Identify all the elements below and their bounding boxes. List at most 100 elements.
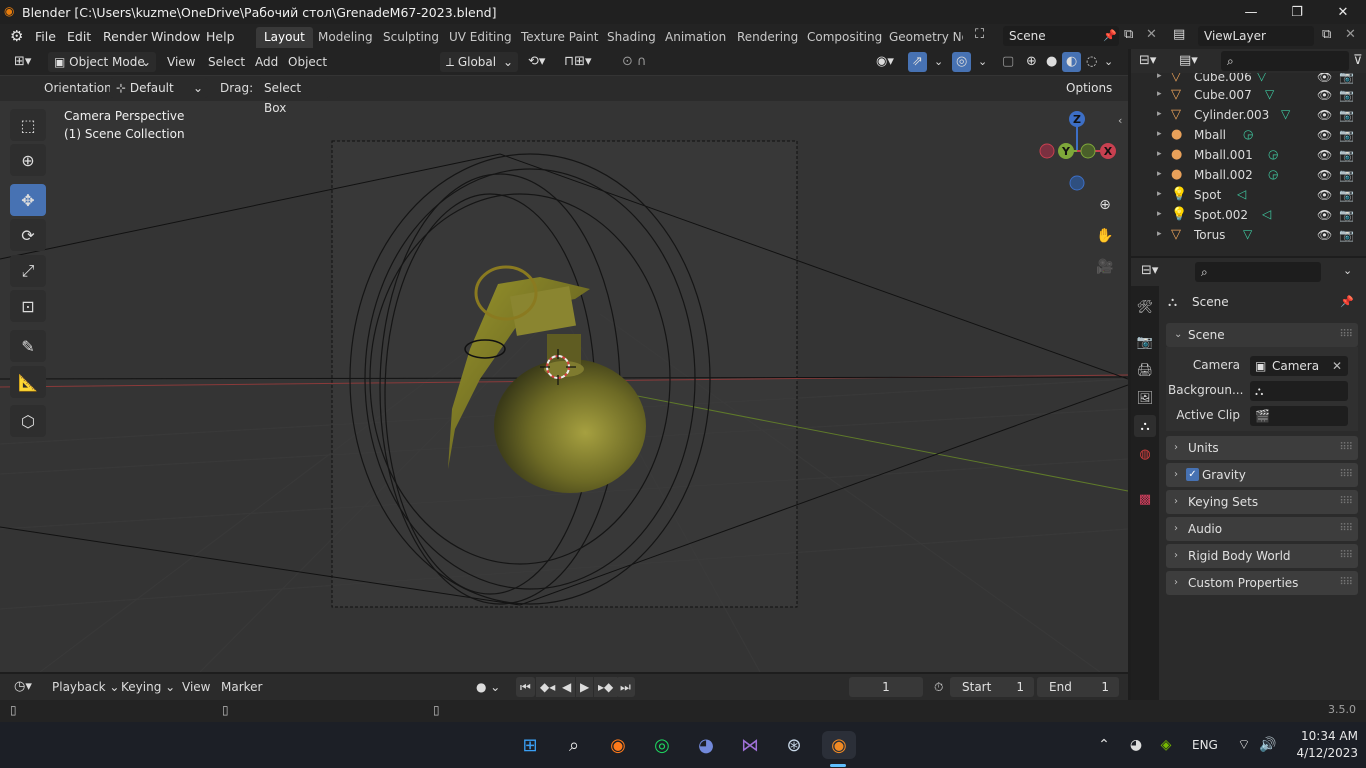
editor-type-icon[interactable]: ⊞▾ — [10, 52, 35, 72]
drag-dropdown[interactable]: Select Box — [258, 78, 330, 115]
overlay-dropdown-icon[interactable]: ⌄ — [974, 52, 991, 72]
drag-grip-icon[interactable]: ⠿⠿ — [1339, 544, 1353, 568]
record-icon[interactable]: ● ⌄ — [472, 677, 504, 697]
outliner-row[interactable]: ▸ ● Mball.001 ◶ 👁 📷 — [1131, 146, 1366, 166]
scene-name-field[interactable]: Scene — [1003, 26, 1119, 46]
gravity-panel-header[interactable]: › ✓ Gravity ⠿⠿ — [1166, 463, 1358, 487]
render-camera-icon[interactable]: 📷 — [1339, 108, 1354, 122]
delete-scene-icon[interactable]: ✕ — [1146, 27, 1157, 42]
timeline-editor-icon[interactable]: ◷▾ — [10, 677, 36, 697]
volume-icon[interactable]: 🔊 — [1254, 731, 1282, 759]
drag-grip-icon[interactable]: ⠿⠿ — [1339, 463, 1353, 487]
timeline-menu-keying[interactable]: Keying ⌄ — [117, 677, 179, 697]
pan-hand-icon[interactable]: ✋ — [1093, 224, 1117, 248]
visual-studio-icon[interactable]: ⋈ — [736, 731, 764, 759]
eye-icon[interactable]: 👁 — [1317, 208, 1332, 222]
render-camera-icon[interactable]: 📷 — [1339, 148, 1354, 162]
material-preview-icon[interactable]: ◐ — [1062, 52, 1082, 72]
wireframe-shading-icon[interactable]: ⊕ — [1022, 52, 1041, 72]
viewport-menu-object[interactable]: Object — [284, 52, 331, 72]
minimize-button[interactable]: — — [1228, 0, 1274, 24]
keying-sets-panel-header[interactable]: › Keying Sets ⠿⠿ — [1166, 490, 1358, 514]
expand-arrow-icon[interactable]: ▸ — [1157, 149, 1162, 159]
discord-tray-icon[interactable]: ◕ — [1122, 731, 1150, 759]
viewport-menu-add[interactable]: Add — [251, 52, 282, 72]
render-camera-icon[interactable]: 📷 — [1339, 228, 1354, 242]
expand-arrow-icon[interactable]: ▸ — [1157, 209, 1162, 219]
render-camera-icon[interactable]: 📷 — [1339, 208, 1354, 222]
proportional-edit-icon[interactable]: ⊙ ∩ — [618, 52, 651, 72]
orientation-dropdown[interactable]: ⊹ Default ⌄ — [110, 78, 208, 98]
outliner-row[interactable]: ▸ ▽ Torus ▽ 👁 📷 — [1131, 226, 1366, 246]
search-icon[interactable]: ⌕ — [560, 731, 588, 759]
camera-field[interactable]: ▣ Camera ✕ — [1250, 356, 1348, 376]
viewport-menu-select[interactable]: Select — [204, 52, 249, 72]
active-clip-field[interactable]: 🎬 — [1250, 406, 1348, 426]
rendered-shading-icon[interactable]: ◌ — [1082, 52, 1101, 72]
background-field[interactable]: ⛬ — [1250, 381, 1348, 401]
render-properties-tab[interactable]: 📷 — [1134, 331, 1156, 353]
transform-orientation-dropdown[interactable]: ⟂ Global ⌄ — [440, 52, 518, 72]
menu-window[interactable]: Window — [146, 28, 205, 46]
view-layer-properties-tab[interactable]: 🖼 — [1134, 387, 1156, 409]
tab-layout[interactable]: Layout — [256, 27, 313, 48]
add-cube-tool[interactable]: ⬡ — [10, 405, 46, 437]
xray-icon[interactable]: ▢ — [998, 52, 1018, 72]
next-keyframe-icon[interactable]: ▸◆ — [594, 677, 618, 697]
timeline-menu-playback[interactable]: Playback ⌄ — [48, 677, 123, 697]
new-view-layer-icon[interactable]: ⧉ — [1322, 27, 1331, 42]
end-frame-field[interactable]: End 1 — [1037, 677, 1119, 697]
nvidia-tray-icon[interactable]: ◈ — [1152, 731, 1180, 759]
blender-taskbar-icon[interactable]: ◉ — [822, 731, 856, 759]
view-layer-icon[interactable]: ▤ — [1173, 27, 1185, 42]
outliner-row[interactable]: ▸ ▽ Cylinder.003 ▽ 👁 📷 — [1131, 106, 1366, 126]
visibility-icon[interactable]: ◉▾ — [872, 52, 898, 72]
jump-start-icon[interactable]: ⏮ — [516, 677, 535, 697]
tab-geometry-nodes[interactable]: Geometry Noc — [881, 27, 963, 48]
expand-arrow-icon[interactable]: ▸ — [1157, 129, 1162, 139]
tab-animation[interactable]: Animation — [657, 27, 734, 48]
firefox-icon[interactable]: ◉ — [604, 731, 632, 759]
shading-dropdown-icon[interactable]: ⌄ — [1100, 52, 1117, 72]
drag-grip-icon[interactable]: ⠿⠿ — [1339, 517, 1353, 541]
scene-panel-header[interactable]: ⌄ Scene ⠿⠿ — [1166, 323, 1358, 347]
overlay-toggle-icon[interactable]: ◎ — [952, 52, 972, 72]
rigid-body-world-panel-header[interactable]: › Rigid Body World ⠿⠿ — [1166, 544, 1358, 568]
scale-tool[interactable]: ⤢ — [10, 255, 46, 287]
drag-grip-icon[interactable]: ⠿⠿ — [1339, 571, 1353, 595]
solid-shading-icon[interactable]: ● — [1042, 52, 1061, 72]
transform-tool[interactable]: ⊡ — [10, 290, 46, 322]
outliner-search-input[interactable]: ⌕ — [1221, 51, 1349, 71]
tab-texture-paint[interactable]: Texture Paint — [513, 27, 606, 48]
pivot-point-icon[interactable]: ⟲▾ — [524, 52, 549, 72]
gizmo-dropdown-icon[interactable]: ⌄ — [930, 52, 947, 72]
close-button[interactable]: ✕ — [1320, 0, 1366, 24]
tab-rendering[interactable]: Rendering — [729, 27, 806, 48]
expand-arrow-icon[interactable]: ▸ — [1157, 89, 1162, 99]
jump-end-icon[interactable]: ⏭ — [616, 677, 635, 697]
play-reverse-icon[interactable]: ◀ — [558, 677, 576, 697]
camera-view-icon[interactable]: 🎥 — [1093, 255, 1117, 279]
menu-edit[interactable]: Edit — [62, 28, 96, 46]
clock-time[interactable]: 10:34 AM — [1292, 729, 1358, 743]
outliner-row[interactable]: ▸ ● Mball.002 ◶ 👁 📷 — [1131, 166, 1366, 186]
chevron-up-icon[interactable]: ⌃ — [1090, 731, 1118, 759]
prev-keyframe-icon[interactable]: ◆◂ — [536, 677, 560, 697]
maximize-button[interactable]: ❐ — [1274, 0, 1320, 24]
view-layer-field[interactable]: ViewLayer — [1198, 26, 1314, 46]
eye-icon[interactable]: 👁 — [1317, 188, 1332, 202]
gizmo-toggle-icon[interactable]: ⇗ — [908, 52, 927, 72]
zoom-icon[interactable]: ⊕ — [1093, 193, 1117, 217]
render-camera-icon[interactable]: 📷 — [1339, 168, 1354, 182]
tab-sculpting[interactable]: Sculpting — [375, 27, 447, 48]
blender-menu-icon[interactable]: ⚙ — [10, 27, 23, 45]
timeline-menu-view[interactable]: View — [178, 677, 214, 697]
new-scene-icon[interactable]: ⧉ — [1124, 27, 1133, 42]
gravity-checkbox[interactable]: ✓ — [1186, 468, 1199, 481]
outliner-editor-icon[interactable]: ⊟▾ — [1139, 53, 1156, 68]
outliner-row[interactable]: ▸ 💡 Spot.002 ◁ 👁 📷 — [1131, 206, 1366, 226]
outliner-row[interactable]: ▸ ● Mball ◶ 👁 📷 — [1131, 126, 1366, 146]
tab-shading[interactable]: Shading — [599, 27, 664, 48]
scene-selector-icon[interactable]: ⛶ — [975, 27, 984, 42]
display-mode-icon[interactable]: ▤▾ — [1179, 53, 1198, 68]
